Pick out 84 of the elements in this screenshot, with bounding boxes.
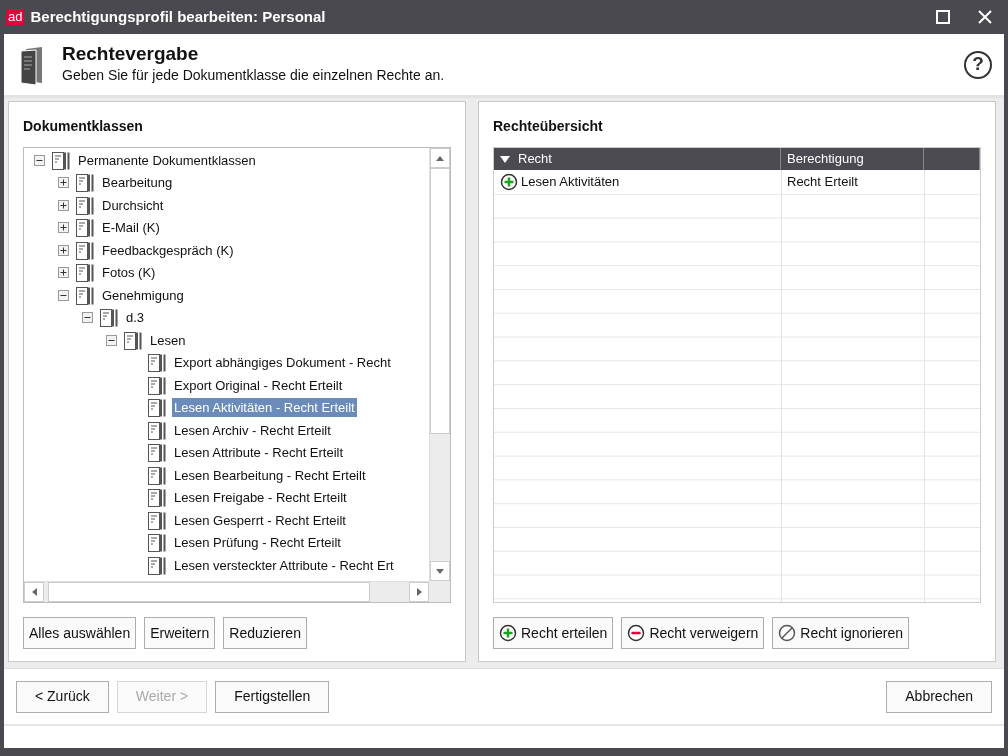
tree-item[interactable]: Durchsicht <box>100 195 166 215</box>
table-cell-text: Recht Erteilt <box>786 173 859 192</box>
collapse-toggle[interactable] <box>106 334 117 346</box>
document-icon <box>51 150 70 170</box>
maximize-icon <box>936 10 950 24</box>
document-icon <box>147 555 166 575</box>
document-icon <box>147 488 166 508</box>
scroll-left-icon <box>31 588 37 596</box>
tree-item[interactable]: Lesen Archiv - Recht Erteilt <box>172 420 333 440</box>
cancel-button[interactable]: Abbrechen <box>886 680 992 713</box>
collapse-toggle[interactable] <box>82 312 93 324</box>
tree-action-button[interactable]: Erweitern <box>144 617 216 649</box>
tree-item[interactable]: d.3 <box>124 308 147 328</box>
document-icon <box>147 353 166 373</box>
wizard-button[interactable]: < Zurück <box>16 680 109 713</box>
tree-item[interactable]: Lesen <box>148 330 188 350</box>
expand-toggle[interactable] <box>58 177 69 189</box>
document-icon <box>147 510 166 530</box>
scroll-down-icon <box>436 568 444 574</box>
wizard-button[interactable]: Fertigstellen <box>215 680 330 713</box>
tree-item[interactable]: Genehmigung <box>100 285 186 305</box>
cell-text: Lesen Aktivitäten <box>521 173 620 192</box>
document-icon <box>147 465 166 485</box>
tree-item[interactable]: Bearbeitung <box>100 173 175 193</box>
right-action-button[interactable]: Recht ignorieren <box>772 617 910 649</box>
tree-item[interactable]: Export abhängiges Dokument - Recht <box>172 353 393 373</box>
window-title: Berechtigungsprofil bearbeiten: Personal <box>30 6 326 27</box>
document-icon <box>75 285 94 305</box>
prohibited-icon <box>778 624 797 642</box>
tree-item[interactable]: Lesen Prüfung - Recht Erteilt <box>172 533 343 553</box>
tree-item[interactable]: Export Original - Recht Erteilt <box>172 375 345 395</box>
document-icon <box>123 330 142 350</box>
scroll-up-button[interactable] <box>430 148 450 168</box>
collapse-toggle[interactable] <box>34 154 45 166</box>
document-icon <box>75 240 94 260</box>
tree-item[interactable]: Feedbackgespräch (K) <box>100 240 236 260</box>
app-logo: ad <box>6 9 25 25</box>
panel-title: Rechteübersicht <box>493 117 604 136</box>
tree-item[interactable]: Lesen Freigabe - Recht Erteilt <box>172 488 349 508</box>
page-title: Rechtevergabe <box>62 43 200 65</box>
scroll-left-button[interactable] <box>24 582 44 602</box>
horizontal-scrollbar[interactable] <box>24 581 429 602</box>
expand-toggle[interactable] <box>58 267 69 279</box>
scrollbar-thumb[interactable] <box>430 168 450 434</box>
tree-item[interactable]: Lesen versteckter Attribute - Recht Ert <box>172 555 396 575</box>
tree-action-button[interactable]: Reduzieren <box>223 617 307 649</box>
panel-title: Dokumentklassen <box>23 117 144 136</box>
page-subtitle: Geben Sie für jede Dokumentklasse die einzelnen Rechte an. <box>62 66 446 85</box>
document-icon <box>75 173 94 193</box>
scroll-down-button[interactable] <box>430 561 450 581</box>
scroll-right-icon <box>416 588 422 596</box>
document-icon <box>75 263 94 283</box>
tree-item[interactable]: Lesen Bearbeitung - Recht Erteilt <box>172 465 368 485</box>
tree-item[interactable]: Lesen Attribute - Recht Erteilt <box>172 443 346 463</box>
close-icon <box>978 10 992 24</box>
document-icon <box>75 195 94 215</box>
tree-item[interactable]: Permanente Dokumentklassen <box>76 150 258 170</box>
tree-item[interactable]: Lesen Gesperrt - Recht Erteilt <box>172 510 348 530</box>
document-icon <box>147 443 166 463</box>
tree-item[interactable]: E-Mail (K) <box>100 218 162 238</box>
scroll-up-icon <box>436 155 444 161</box>
expand-toggle[interactable] <box>58 244 69 256</box>
scrollbar-thumb[interactable] <box>48 582 370 602</box>
scroll-right-button[interactable] <box>409 582 429 602</box>
document-icon <box>147 375 166 395</box>
right-action-button[interactable]: Recht erteilen <box>493 617 614 649</box>
tree-item[interactable]: Fotos (K) <box>100 263 158 283</box>
expand-toggle[interactable] <box>58 222 69 234</box>
document-icon <box>75 218 94 238</box>
plus-icon <box>499 624 517 642</box>
collapse-toggle[interactable] <box>58 289 69 301</box>
document-icon <box>99 308 118 328</box>
help-icon[interactable]: ? <box>964 50 992 79</box>
document-icon <box>147 420 166 440</box>
tree-action-button[interactable]: Alles auswählen <box>23 617 137 649</box>
document-icon <box>147 533 166 553</box>
plus-icon <box>500 173 518 191</box>
minus-icon <box>627 624 646 642</box>
vertical-scrollbar[interactable] <box>429 148 450 581</box>
right-action-button[interactable]: Recht verweigern <box>621 617 765 649</box>
document-icon <box>147 398 166 418</box>
expand-toggle[interactable] <box>58 199 69 211</box>
sort-descending-icon <box>500 155 510 163</box>
scrollbar-corner <box>429 581 450 602</box>
